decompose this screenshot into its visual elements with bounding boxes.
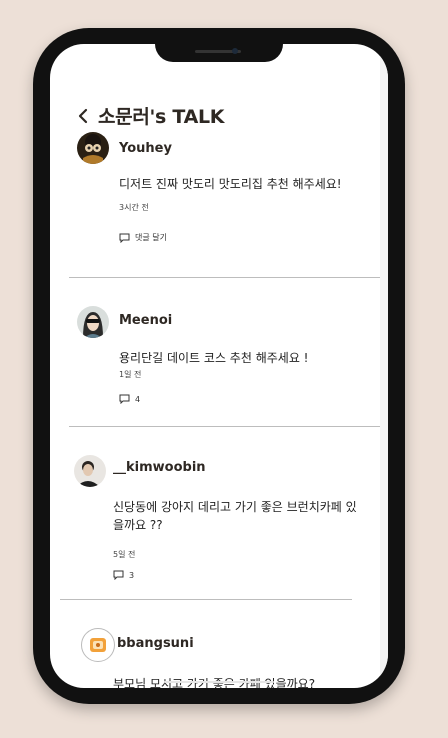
comment-icon xyxy=(119,233,130,243)
post-time: 3시간 전 xyxy=(119,203,149,212)
comment-icon xyxy=(119,394,130,404)
post-divider xyxy=(69,426,380,427)
page-title: 소문러's TALK xyxy=(98,106,225,128)
comment-count: 4 xyxy=(135,394,141,404)
avatar[interactable] xyxy=(77,306,109,338)
front-camera xyxy=(232,48,238,54)
avatar[interactable] xyxy=(81,628,115,662)
post-content[interactable]: 신당동에 강아지 데리고 가기 좋은 브런치카페 있을까요 ?? xyxy=(113,498,358,534)
comment-icon xyxy=(113,570,124,580)
app-screen: 소문러's TALK Youhey 디저트 진짜 맛도리 맛도리집 추천 해주세… xyxy=(50,44,388,688)
comment-button[interactable]: 4 xyxy=(119,394,140,404)
home-indicator[interactable] xyxy=(164,681,274,683)
post-divider xyxy=(69,277,380,278)
avatar[interactable] xyxy=(74,455,106,487)
post-time: 5일 전 xyxy=(113,550,136,559)
comment-button[interactable]: 댓글 달기 xyxy=(119,232,167,243)
comment-count: 3 xyxy=(129,570,135,580)
post-divider xyxy=(60,599,352,600)
post-username[interactable]: Meenoi xyxy=(119,313,172,328)
comment-button[interactable]: 3 xyxy=(113,570,134,580)
post-time: 1일 전 xyxy=(119,370,142,379)
back-chevron-icon[interactable] xyxy=(76,107,90,125)
post-username[interactable]: bbangsuni xyxy=(117,636,194,651)
avatar[interactable] xyxy=(77,132,109,164)
post-content[interactable]: 디저트 진짜 맛도리 맛도리집 추천 해주세요! xyxy=(119,175,354,193)
phone-notch xyxy=(155,44,283,62)
comment-label: 댓글 달기 xyxy=(135,233,167,242)
scrollbar-track[interactable] xyxy=(380,44,388,688)
page-header: 소문러's TALK xyxy=(76,102,225,129)
post-username[interactable]: __kimwoobin xyxy=(113,460,206,475)
post-content[interactable]: 용리단길 데이트 코스 추천 해주세요 ! xyxy=(119,349,354,367)
post-username[interactable]: Youhey xyxy=(119,141,172,156)
phone-frame: 소문러's TALK Youhey 디저트 진짜 맛도리 맛도리집 추천 해주세… xyxy=(33,28,405,704)
